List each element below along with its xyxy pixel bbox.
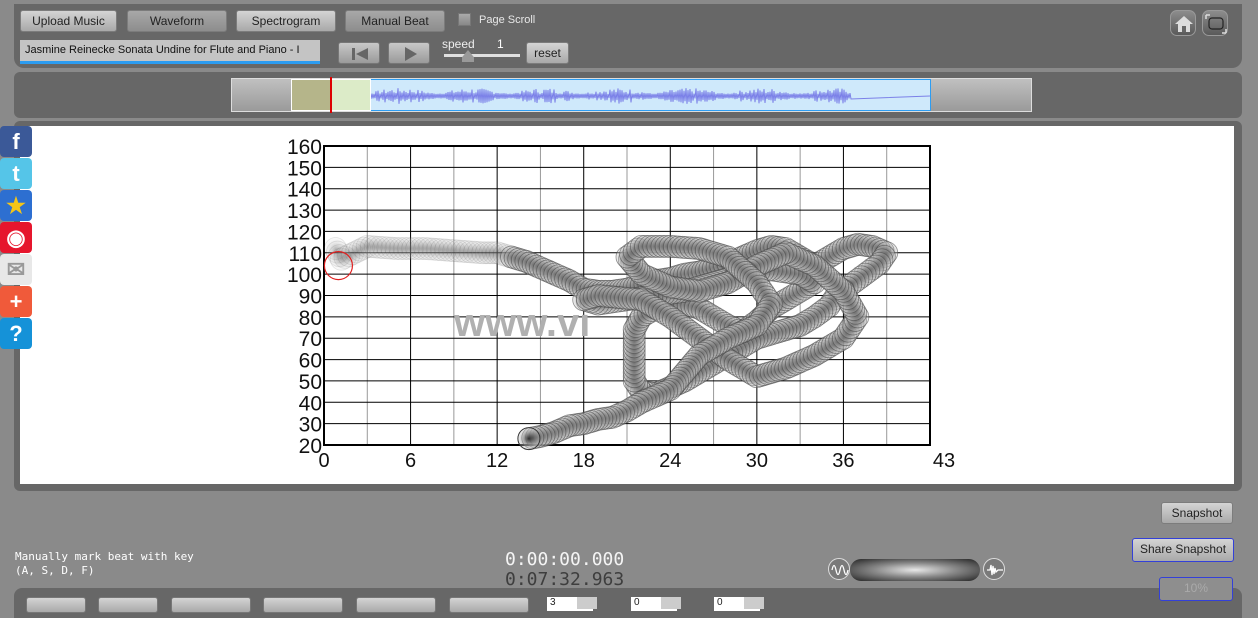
x-tick-label: 18 [573, 450, 595, 472]
weibo-icon[interactable]: ◉ [0, 222, 32, 253]
play-button[interactable] [388, 42, 430, 64]
manual-beat-button[interactable]: Manual Beat [345, 10, 445, 32]
upload-music-button[interactable]: Upload Music [20, 10, 117, 32]
beat-hint: Manually mark beat with key (A, S, D, F) [15, 550, 194, 577]
y-tick-label: 70 [299, 328, 322, 351]
y-tick-label: 50 [299, 371, 322, 394]
page-scroll-label: Page Scroll [479, 14, 536, 26]
speed-label: speed [442, 37, 475, 51]
y-tick-label: 60 [299, 350, 322, 373]
data-point-latest [517, 427, 541, 451]
spectrogram-button[interactable]: Spectrogram [236, 10, 336, 32]
spinner-1-up-icon[interactable] [577, 597, 597, 609]
play-icon [405, 47, 417, 61]
disabled-button[interactable]: 10% [1159, 577, 1233, 601]
overview-waveform-trace [331, 88, 931, 104]
overview-visible-window[interactable] [291, 79, 931, 111]
speed-slider[interactable] [444, 54, 520, 57]
home-button[interactable] [1170, 10, 1196, 36]
sine-mode-button[interactable] [828, 558, 850, 580]
y-tick-label: 90 [299, 286, 322, 309]
share-snapshot-button[interactable]: Share Snapshot [1132, 538, 1234, 562]
track-title-field[interactable]: Jasmine Reinecke Sonata Undine for Flute… [20, 40, 320, 64]
y-tick-label: 140 [287, 179, 322, 202]
y-tick-label: 160 [287, 136, 322, 159]
share-plus-icon[interactable]: + [0, 286, 32, 317]
overview-playhead-region [331, 79, 371, 111]
facebook-icon[interactable]: f [0, 126, 32, 157]
x-tick-label: 6 [405, 450, 416, 472]
x-tick-label: 36 [832, 450, 854, 472]
waveform-icon [987, 564, 1003, 576]
y-tick-label: 150 [287, 157, 322, 180]
x-tick-label: 30 [746, 450, 768, 472]
bottom-tool-button-2[interactable] [98, 597, 158, 613]
y-tick-label: 30 [299, 414, 322, 437]
y-tick-label: 110 [289, 243, 322, 266]
x-tick-label: 43 [933, 450, 955, 472]
overview-playhead[interactable] [330, 77, 332, 113]
fullscreen-icon [1205, 14, 1227, 34]
snapshot-button[interactable]: Snapshot [1161, 502, 1233, 524]
rewind-button[interactable] [338, 42, 380, 64]
total-time: 0:07:32.963 [505, 569, 625, 590]
help-icon[interactable]: ? [0, 318, 32, 349]
email-icon[interactable]: ✉ [0, 254, 32, 285]
overview-played-region [291, 79, 331, 111]
x-tick-label: 24 [659, 450, 681, 472]
reset-button[interactable]: reset [526, 42, 569, 64]
y-tick-label: 40 [299, 392, 322, 415]
y-tick-label: 20 [299, 435, 322, 458]
waveform-button[interactable]: Waveform [127, 10, 227, 32]
speed-value: 1 [497, 37, 504, 51]
mode-slider[interactable] [850, 559, 980, 581]
page-scroll-checkbox[interactable] [458, 13, 471, 26]
qzone-icon[interactable]: ★ [0, 190, 32, 221]
skip-to-start-icon [352, 48, 368, 60]
waveform-path [331, 88, 931, 104]
y-tick-label: 120 [287, 221, 322, 244]
bottom-tool-button-4[interactable] [263, 597, 343, 613]
scatter-chart[interactable]: www.vi 0 6 12 18 24 30 36 431601501401301201101… [20, 126, 1234, 484]
spinner-3-up-icon[interactable] [744, 597, 764, 609]
bottom-tool-button-6[interactable] [449, 597, 529, 613]
y-tick-label: 100 [287, 264, 322, 287]
twitter-icon[interactable]: t [0, 158, 32, 189]
waveform-mode-button[interactable] [983, 558, 1005, 580]
home-icon [1175, 16, 1193, 32]
current-time: 0:00:00.000 [505, 549, 625, 570]
bottom-tool-button-5[interactable] [356, 597, 436, 613]
x-tick-label: 12 [486, 450, 508, 472]
watermark: www.vi [453, 301, 590, 345]
fullscreen-button[interactable] [1202, 10, 1228, 36]
bottom-tool-button-1[interactable] [26, 597, 86, 613]
y-tick-label: 80 [299, 307, 322, 330]
spinner-2-up-icon[interactable] [661, 597, 681, 609]
y-tick-label: 130 [287, 200, 322, 223]
sine-wave-icon [831, 564, 849, 576]
bottom-tool-button-3[interactable] [171, 597, 251, 613]
